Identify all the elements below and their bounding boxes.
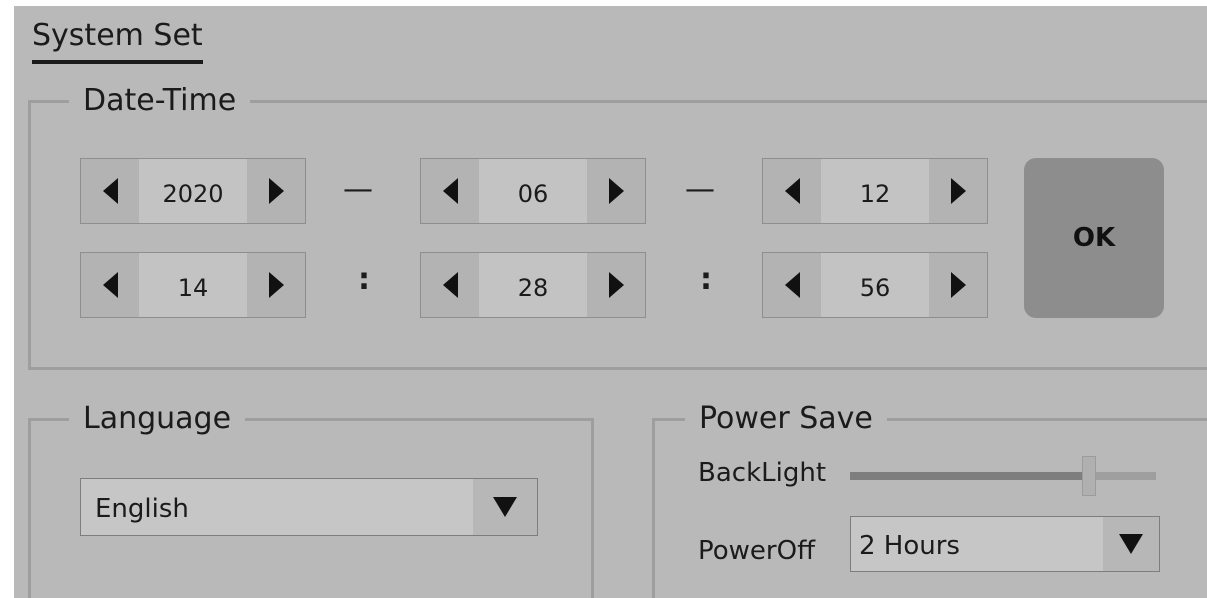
poweroff-select[interactable]: 2 Hours	[850, 516, 1160, 572]
poweroff-label: PowerOff	[698, 536, 815, 566]
year-decrement-button[interactable]	[81, 159, 139, 223]
language-select-value: English	[95, 494, 189, 524]
date-separator: —	[685, 172, 715, 207]
year-value: 2020	[139, 159, 247, 223]
date-time-legend: Date-Time	[69, 81, 251, 121]
triangle-right-icon	[268, 178, 284, 204]
power-save-legend: Power Save	[685, 399, 887, 439]
backlight-slider-handle[interactable]	[1081, 456, 1096, 496]
time-separator: :	[700, 262, 712, 297]
triangle-left-icon	[784, 178, 800, 204]
day-stepper: 12	[762, 158, 988, 224]
day-increment-button[interactable]	[929, 159, 987, 223]
triangle-right-icon	[950, 178, 966, 204]
triangle-right-icon	[608, 272, 624, 298]
poweroff-dropdown-button[interactable]	[1103, 517, 1159, 571]
second-stepper: 56	[762, 252, 988, 318]
backlight-slider[interactable]	[850, 456, 1156, 496]
triangle-right-icon	[950, 272, 966, 298]
poweroff-select-value: 2 Hours	[859, 531, 960, 561]
triangle-left-icon	[442, 178, 458, 204]
year-stepper: 2020	[80, 158, 306, 224]
date-separator: —	[343, 172, 373, 207]
page-title: System Set	[32, 14, 203, 64]
year-increment-button[interactable]	[247, 159, 305, 223]
language-legend: Language	[69, 399, 246, 439]
language-dropdown-button[interactable]	[473, 479, 537, 535]
month-value: 06	[479, 159, 587, 223]
triangle-left-icon	[102, 272, 118, 298]
triangle-left-icon	[784, 272, 800, 298]
minute-value: 28	[479, 253, 587, 317]
second-value: 56	[821, 253, 929, 317]
triangle-right-icon	[268, 272, 284, 298]
language-select[interactable]: English	[80, 478, 538, 536]
backlight-slider-fill	[850, 472, 1089, 480]
day-decrement-button[interactable]	[763, 159, 821, 223]
system-set-screen: System Set Date-Time 2020 — 06 — 12 14 :…	[14, 6, 1207, 598]
month-increment-button[interactable]	[587, 159, 645, 223]
hour-increment-button[interactable]	[247, 253, 305, 317]
second-increment-button[interactable]	[929, 253, 987, 317]
triangle-left-icon	[442, 272, 458, 298]
hour-stepper: 14	[80, 252, 306, 318]
hour-value: 14	[139, 253, 247, 317]
triangle-right-icon	[608, 178, 624, 204]
ok-button[interactable]: OK	[1024, 158, 1164, 318]
backlight-label: BackLight	[698, 458, 827, 488]
triangle-down-icon	[493, 497, 517, 517]
minute-decrement-button[interactable]	[421, 253, 479, 317]
month-stepper: 06	[420, 158, 646, 224]
minute-increment-button[interactable]	[587, 253, 645, 317]
hour-decrement-button[interactable]	[81, 253, 139, 317]
day-value: 12	[821, 159, 929, 223]
triangle-down-icon	[1119, 534, 1143, 554]
time-separator: :	[358, 262, 370, 297]
minute-stepper: 28	[420, 252, 646, 318]
second-decrement-button[interactable]	[763, 253, 821, 317]
triangle-left-icon	[102, 178, 118, 204]
month-decrement-button[interactable]	[421, 159, 479, 223]
